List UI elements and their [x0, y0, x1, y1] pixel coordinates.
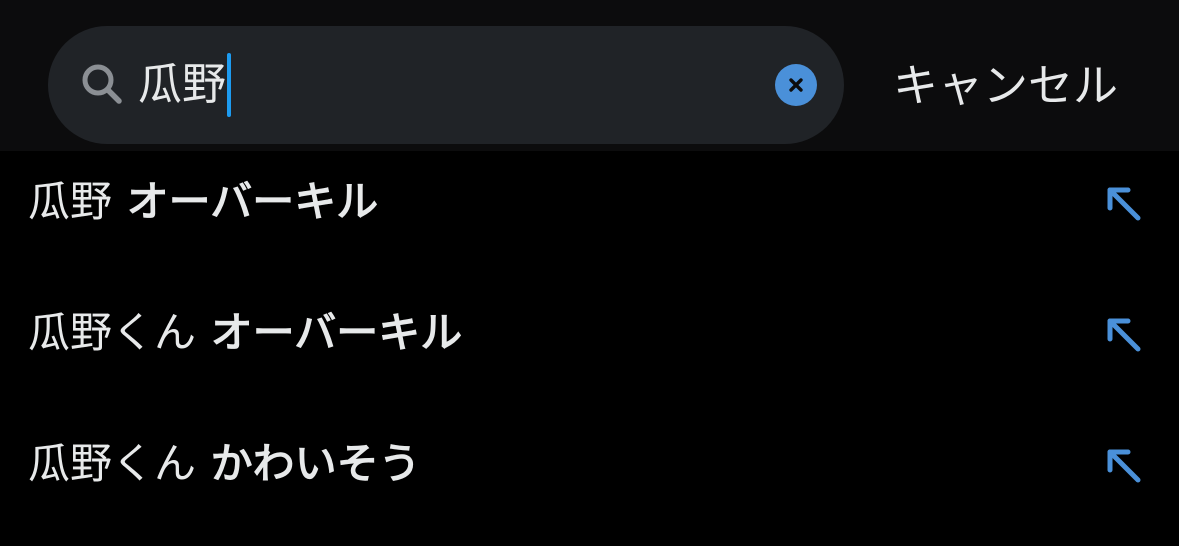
search-icon [82, 64, 122, 104]
arrow-up-left-icon[interactable] [1102, 313, 1144, 355]
clear-search-button[interactable] [775, 64, 817, 106]
suggestion-completion-text: オーバーキル [112, 177, 379, 226]
suggestion-item[interactable]: 瓜野 オーバーキル [0, 152, 1179, 252]
search-query-text: 瓜野 [138, 59, 226, 110]
cancel-button[interactable]: キャンセル [893, 56, 1118, 116]
suggestion-completion-text: オーバーキル [196, 308, 463, 357]
suggestion-label: 瓜野 オーバーキル [28, 172, 378, 232]
close-icon [789, 78, 803, 92]
suggestion-match-text: 瓜野くん [28, 308, 197, 357]
suggestion-match-text: 瓜野くん [28, 439, 197, 488]
suggestion-item[interactable]: 瓜野くん オーバーキル [0, 283, 1179, 383]
search-input[interactable]: 瓜野 [138, 53, 231, 117]
arrow-up-left-icon[interactable] [1102, 444, 1144, 486]
suggestion-label: 瓜野くん オーバーキル [28, 303, 462, 363]
suggestion-match-text: 瓜野 [28, 177, 113, 226]
suggestion-completion-text: かわいそう [196, 439, 421, 488]
suggestion-label: 瓜野くん かわいそう [28, 434, 421, 494]
suggestion-item[interactable]: 瓜野くん かわいそう [0, 414, 1179, 514]
arrow-up-left-icon[interactable] [1102, 182, 1144, 224]
text-cursor [227, 53, 231, 117]
search-header: 瓜野 キャンセル [0, 0, 1179, 151]
